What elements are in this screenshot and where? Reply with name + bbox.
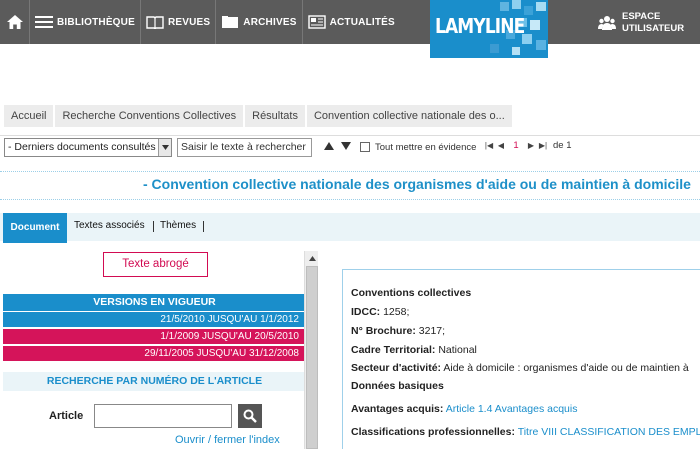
donnees-label: Données basiques [351,380,444,392]
recent-documents-select[interactable]: - Derniers documents consultés - [4,138,172,157]
nav-actualites-label: ACTUALITÉS [329,16,395,28]
home-icon [6,15,23,29]
scrollbar-thumb[interactable] [306,266,318,449]
left-panel: Texte abrogé VERSIONS EN VIGUEUR 21/5/20… [3,246,306,449]
top-bar: BIBLIOTHÈQUE REVUES ARCHIVES ACTUALITÉS [0,0,700,58]
version-row[interactable]: 29/11/2005 JUSQU'AU 31/12/2008 [3,346,306,362]
brochure-value: 3217; [415,325,446,337]
title-strip: - Convention collective nationale des or… [0,171,700,200]
tab-document[interactable]: Document [3,213,67,243]
page-total: de 1 [553,140,572,151]
doc-classifications: Classifications professionnelles: Titre … [351,426,700,438]
cadre-value: National [435,344,477,356]
users-icon [598,16,616,30]
nav-archives-label: ARCHIVES [243,16,297,28]
doc-brochure: N° Brochure: 3217; [351,325,445,337]
left-panel-scrollbar[interactable] [304,251,318,449]
previous-match-icon[interactable] [324,142,334,150]
breadcrumb-resultats[interactable]: Résultats [245,105,305,127]
menu-icon [35,16,53,28]
last-page-icon[interactable]: ▶| [537,141,549,150]
doc-donnees: Données basiques [351,380,444,392]
nav-archives[interactable]: ARCHIVES [216,0,303,44]
breadcrumb-accueil[interactable]: Accueil [4,105,54,127]
article-number-input[interactable] [94,404,232,428]
pagination: |◀ ◀ 1 ▶ ▶| de 1 [483,140,572,151]
doc-heading-text: Conventions collectives [351,287,472,299]
recent-documents-value: - Derniers documents consultés - [8,141,163,153]
doc-cadre: Cadre Territorial: National [351,344,477,356]
highlight-all-checkbox[interactable] [360,142,370,152]
chevron-down-icon[interactable] [158,139,171,156]
article-search-header: RECHERCHE PAR NUMÉRO DE L'ARTICLE [3,372,306,391]
top-nav: BIBLIOTHÈQUE REVUES ARCHIVES ACTUALITÉS [0,0,400,44]
scroll-up-icon[interactable] [305,251,319,265]
folder-icon [222,16,239,28]
version-row[interactable]: 1/1/2009 JUSQU'AU 20/5/2010 [3,329,306,345]
home-button[interactable] [0,0,30,44]
page-title: - Convention collective nationale des or… [143,176,691,192]
doc-avantages: Avantages acquis: Article 1.4 Avantages … [351,403,577,415]
breadcrumb-current[interactable]: Convention collective nationale des o... [306,105,512,127]
version-row[interactable]: 21/5/2010 JUSQU'AU 1/1/2012 [3,312,306,328]
doc-heading: Conventions collectives [351,287,471,299]
book-icon [146,16,164,29]
toggle-index-link[interactable]: Ouvrir / fermer l'index [175,434,280,446]
secteur-value: Aide à domicile : organismes d'aide ou d… [441,362,689,374]
document-panel: Conventions collectives IDCC: 1258; N° B… [342,269,700,449]
nav-revues[interactable]: REVUES [141,0,217,44]
document-tabs: Document Textes associés Thèmes [0,213,700,243]
previous-page-icon[interactable]: ◀ [495,141,507,150]
idcc-label: IDCC: [351,306,381,318]
nav-bibliotheque[interactable]: BIBLIOTHÈQUE [30,0,141,44]
secteur-label: Secteur d'activité: [351,362,442,374]
avantages-label: Avantages acquis: [351,403,444,415]
brochure-label: N° Brochure: [351,325,416,337]
search-input-value: Saisir le texte à rechercher [181,141,306,153]
newspaper-icon [307,15,326,29]
doc-idcc: IDCC: 1258; [351,306,409,318]
next-match-icon[interactable] [341,142,351,150]
versions-header: VERSIONS EN VIGUEUR [3,294,306,311]
tab-separator [153,221,154,232]
classif-link[interactable]: Titre VIII CLASSIFICATION DES EMPLOIS [518,426,700,438]
tab-themes[interactable]: Thèmes [160,213,196,241]
tab-separator [203,221,204,232]
search-icon [243,409,257,423]
breadcrumb: Accueil Recherche Conventions Collective… [4,105,514,127]
next-page-icon[interactable]: ▶ [525,141,537,150]
doc-secteur: Secteur d'activité: Aide à domicile : or… [351,362,689,374]
classif-label: Classifications professionnelles: [351,426,515,438]
espace-label-2: UTILISATEUR [622,23,685,34]
idcc-value: 1258; [380,306,410,318]
article-search-button[interactable] [238,404,262,428]
avantages-link[interactable]: Article 1.4 Avantages acquis [446,403,578,415]
nav-actualites[interactable]: ACTUALITÉS [303,0,400,44]
article-label: Article [49,410,84,422]
breadcrumb-recherche[interactable]: Recherche Conventions Collectives [55,105,244,127]
lamyline-logo[interactable]: LAMYLINE [430,0,548,58]
search-input[interactable]: Saisir le texte à rechercher [177,138,312,157]
espace-label-1: ESPACE [622,11,661,22]
texte-abroge-button[interactable]: Texte abrogé [103,252,208,277]
nav-bibliotheque-label: BIBLIOTHÈQUE [57,16,135,28]
search-toolbar: - Derniers documents consultés - Saisir … [0,135,700,160]
tab-textes-associes[interactable]: Textes associés [74,213,145,241]
current-page[interactable]: 1 [507,140,525,151]
first-page-icon[interactable]: |◀ [483,141,495,150]
highlight-all-label: Tout mettre en évidence [375,142,477,153]
cadre-label: Cadre Territorial: [351,344,436,356]
logo-text: LAMYLINE [435,14,525,38]
espace-utilisateur-button[interactable]: ESPACE UTILISATEUR [598,11,684,35]
nav-revues-label: REVUES [167,16,211,28]
